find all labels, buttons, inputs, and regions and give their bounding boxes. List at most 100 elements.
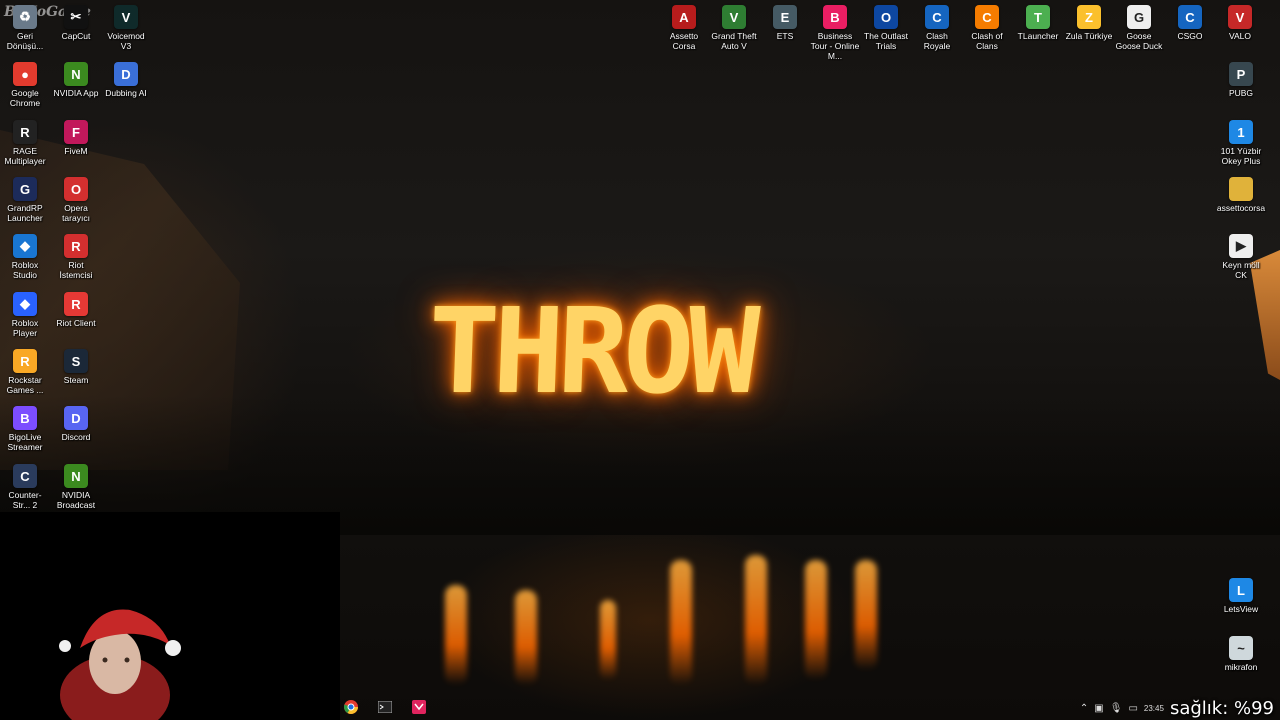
desktop-icon-label: mikrafon [1224,662,1258,672]
desktop-icon-business-tour[interactable]: B Business Tour - Online M... [810,5,860,61]
desktop-icon-label: 101 Yüzbir Okey Plus [1220,146,1262,166]
desktop-icon-riot-client[interactable]: R Riot Client [51,292,101,328]
desktop-icon-bigolive[interactable]: B BigoLive Streamer [0,406,50,452]
desktop-icon-roblox-player[interactable]: ◆ Roblox Player [0,292,50,338]
desktop-icon-label: NVIDIA Broadcast [56,490,96,510]
desktop-icon-label: Geri Dönüşü... [6,31,44,51]
bigolive-icon: B [13,406,37,430]
desktop-icon-label: Riot Client [56,318,96,328]
desktop-icon-fivem[interactable]: F FiveM [51,120,101,156]
desktop-icon-label: Steam [63,375,89,385]
desktop-icon-label: The Outlast Trials [864,31,908,51]
taskbar-terminal-button[interactable] [372,696,398,718]
desktop-icon-rage-mp[interactable]: R RAGE Multiplayer [0,120,50,166]
desktop-icon-okey-plus[interactable]: 1 101 Yüzbir Okey Plus [1216,120,1266,166]
tray-time[interactable]: 23:45 [1144,704,1164,713]
reflection [600,600,616,680]
tray-device-icon[interactable]: ▣ [1094,703,1103,714]
folder-icon [1229,177,1253,201]
desktop-icon-csgo[interactable]: C CSGO [1165,5,1215,41]
desktop-icon-label: NVIDIA App [53,88,99,98]
clash-of-clans-icon: C [975,5,999,29]
desktop-icon-label: CapCut [61,31,91,41]
desktop-icon-gta-v[interactable]: V Grand Theft Auto V [709,5,759,51]
assetto-corsa-icon: A [672,5,696,29]
desktop-icon-label: Zula Türkiye [1065,31,1113,41]
desktop-icon-valo[interactable]: V VALO [1215,5,1265,41]
desktop-icon-clash-royale[interactable]: C Clash Royale [912,5,962,51]
chrome-icon [344,700,358,714]
taskbar-chrome-button[interactable] [338,696,364,718]
desktop-icon-label: PUBG [1228,88,1254,98]
desktop-icon-grandrp[interactable]: G GrandRP Launcher [0,177,50,223]
desktop-icon-voicemod[interactable]: V Voicemod V3 [101,5,151,51]
display-icon[interactable]: ▭ [1128,703,1137,714]
desktop-icon-label: GrandRP Launcher [7,203,43,223]
riot-client-icon: R [64,292,88,316]
streamer-avatar [59,609,181,720]
desktop-icon-capcut[interactable]: ✂ CapCut [51,5,101,41]
desktop-icon-dubbing-ai[interactable]: D Dubbing AI [101,62,151,98]
desktop-icon-assetto-corsa[interactable]: A Assetto Corsa [659,5,709,51]
health-overlay-text: sağlık: %99 [1169,697,1274,719]
reflection [855,560,877,670]
chevron-up-icon[interactable]: ⌃ [1080,703,1088,714]
desktop-icon-opera[interactable]: O Opera tarayıcı [51,177,101,223]
desktop-icon-label: Grand Theft Auto V [711,31,757,51]
desktop-icon-label: Assetto Corsa [669,31,699,51]
desktop-icon-chrome[interactable]: ● Google Chrome [0,62,50,108]
desktop-icon-label: Roblox Studio [11,260,39,280]
desktop-icon-audio-file[interactable]: ~ mikrafon [1216,636,1266,672]
desktop-icon-label: Rockstar Games ... [6,375,44,395]
desktop-icon-counter-strike[interactable]: C Counter-Str... 2 [0,464,50,510]
desktop-icon-video-file[interactable]: ▶ Keyn möll CK [1216,234,1266,280]
desktop-icon-steam[interactable]: S Steam [51,349,101,385]
desktop-icon-discord[interactable]: D Discord [51,406,101,442]
desktop-icon-nvidia-app[interactable]: N NVIDIA App [51,62,101,98]
desktop-icon-label: BigoLive Streamer [7,432,43,452]
desktop-icon-pubg[interactable]: P PUBG [1216,62,1266,98]
desktop-icon-riot-istemcisi[interactable]: R Riot İstemcisi [51,234,101,280]
desktop-icon-letsview[interactable]: L LetsView [1216,578,1266,614]
goose-goose-duck-icon: G [1127,5,1151,29]
letsview-icon: L [1229,578,1253,602]
desktop-icon-label: TLauncher [1017,31,1059,41]
nvidia-app-icon: N [64,62,88,86]
counter-strike-icon: C [13,464,37,488]
recycle-bin-icon: ♻ [13,5,37,29]
desktop-icon-label: LetsView [1223,604,1259,614]
desktop-icon-roblox-studio[interactable]: ◆ Roblox Studio [0,234,50,280]
desktop-icon-label: RAGE Multiplayer [4,146,46,166]
app-icon [412,700,426,714]
desktop-icon-label: Discord [61,432,91,442]
wallpaper-throw-text: THROW [425,282,756,420]
ets-icon: E [773,5,797,29]
opera-icon: O [64,177,88,201]
desktop-icon-nvidia-broadcast[interactable]: N NVIDIA Broadcast [51,464,101,510]
desktop-icon-ets[interactable]: E ETS [760,5,810,41]
desktop-icon-label: Google Chrome [9,88,41,108]
desktop-icon-outlast-trials[interactable]: O The Outlast Trials [861,5,911,51]
desktop-icon-label: Riot İstemcisi [59,260,93,280]
desktop-icon-label: Clash of Clans [971,31,1003,51]
audio-file-icon: ~ [1229,636,1253,660]
desktop-icon-label: Business Tour - Online M... [810,31,860,61]
desktop-icon-tlauncher[interactable]: T TLauncher [1013,5,1063,41]
desktop-icon-folder[interactable]: assettocorsa [1216,177,1266,213]
okey-plus-icon: 1 [1229,120,1253,144]
desktop-icon-clash-of-clans[interactable]: C Clash of Clans [962,5,1012,51]
outlast-trials-icon: O [874,5,898,29]
nvidia-broadcast-icon: N [64,464,88,488]
taskbar-app-button[interactable] [406,696,432,718]
desktop-icon-label: ETS [776,31,794,41]
steam-icon: S [64,349,88,373]
dubbing-ai-icon: D [114,62,138,86]
desktop-icon-recycle-bin[interactable]: ♻ Geri Dönüşü... [0,5,50,51]
desktop-icon-zula[interactable]: Z Zula Türkiye [1064,5,1114,41]
desktop-icon-goose-goose-duck[interactable]: G Goose Goose Duck [1114,5,1164,51]
capcut-icon: ✂ [64,5,88,29]
microphone-icon[interactable]: 🎙 [1110,703,1123,714]
desktop-icon-rockstar[interactable]: R Rockstar Games ... [0,349,50,395]
business-tour-icon: B [823,5,847,29]
clash-royale-icon: C [925,5,949,29]
